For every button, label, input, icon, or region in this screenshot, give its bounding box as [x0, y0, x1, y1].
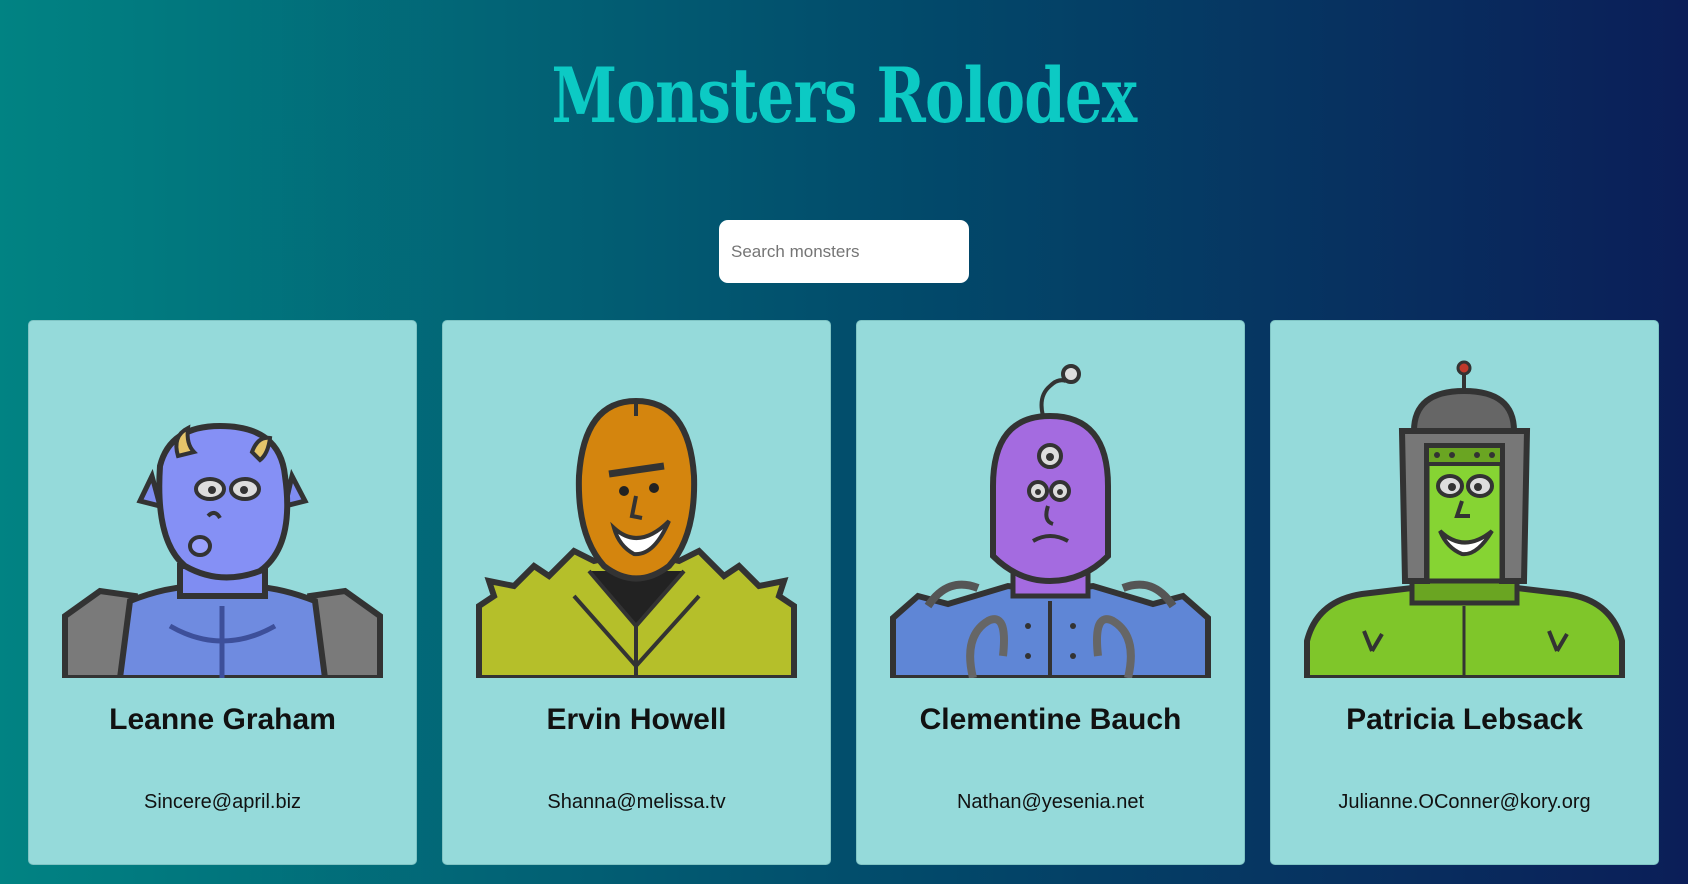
monster-name: Ervin Howell	[546, 703, 727, 736]
card-list: Leanne Graham Sincere@april.biz Ervin Ho…	[28, 320, 1660, 865]
monster-card[interactable]: Clementine Bauch Nathan@yesenia.net	[856, 320, 1245, 865]
monster-email: Nathan@yesenia.net	[956, 791, 1145, 813]
search-input[interactable]	[719, 220, 969, 283]
monster-avatar-image	[890, 364, 1211, 678]
monster-email: Shanna@melissa.tv	[547, 791, 726, 813]
monster-name: Patricia Lebsack	[1346, 703, 1583, 736]
monster-avatar-image	[476, 397, 797, 678]
monster-avatar-image	[1304, 360, 1625, 678]
monster-card[interactable]: Leanne Graham Sincere@april.biz	[28, 320, 417, 865]
monster-card[interactable]: Ervin Howell Shanna@melissa.tv	[442, 320, 831, 865]
monster-email: Julianne.OConner@kory.org	[1338, 791, 1591, 813]
monster-card[interactable]: Patricia Lebsack Julianne.OConner@kory.o…	[1270, 320, 1659, 865]
monster-name: Leanne Graham	[109, 703, 336, 736]
monster-name: Clementine Bauch	[919, 703, 1182, 736]
app-title: Monsters Rolodex	[551, 51, 1138, 140]
monster-avatar-image	[62, 422, 383, 678]
monster-email: Sincere@april.biz	[143, 791, 302, 813]
